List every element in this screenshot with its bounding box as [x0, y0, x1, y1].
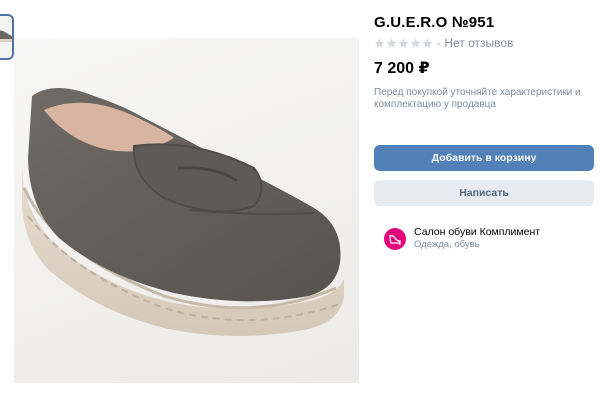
thumbnail-shoe-image: [0, 30, 12, 42]
add-to-cart-button[interactable]: Добавить в корзину: [374, 145, 594, 171]
product-title: G.U.E.R.O №951: [374, 14, 495, 31]
purchase-note: Перед покупкой уточняйте характеристики …: [374, 87, 581, 110]
reviews-count: · Нет отзывов: [437, 36, 514, 50]
rating-stars: [374, 38, 433, 49]
seller-name[interactable]: Салон обуви Комплимент: [414, 226, 540, 239]
shoe-logo-icon: [389, 234, 401, 245]
star-empty-icon: [386, 38, 397, 48]
thumbnail-strip: [0, 14, 14, 60]
product-price: 7 200 ₽: [374, 60, 430, 77]
star-empty-icon: [374, 38, 385, 48]
seller-avatar[interactable]: [384, 227, 406, 250]
star-empty-icon: [410, 38, 421, 48]
product-photo[interactable]: [14, 38, 359, 383]
product-info-panel: G.U.E.R.O №951 · Нет отзывов 7 200 ₽ Пер…: [374, 0, 600, 400]
seller-category: Одежда, обувь: [414, 239, 480, 250]
star-empty-icon: [398, 38, 409, 48]
seller-card[interactable]: Салон обуви Комплимент Одежда, обувь: [384, 226, 540, 251]
rating-row[interactable]: · Нет отзывов: [374, 36, 513, 50]
message-seller-button[interactable]: Написать: [374, 180, 594, 206]
suede-loafer-image: [22, 88, 344, 337]
star-empty-icon: [422, 38, 433, 48]
thumbnail-selected[interactable]: [0, 14, 14, 60]
